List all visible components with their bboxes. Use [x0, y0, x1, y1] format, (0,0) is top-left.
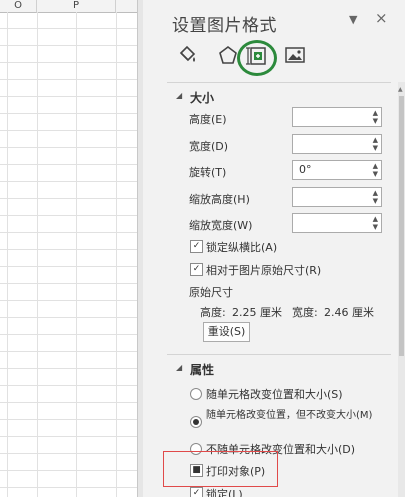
rotation-spinner[interactable]: 0° ▲ ▼ — [292, 160, 382, 180]
size-properties-icon — [246, 47, 266, 65]
grid-line — [0, 181, 137, 182]
radio-move-no-size[interactable] — [190, 416, 202, 428]
grid-line — [0, 96, 137, 97]
spin-up-icon[interactable]: ▲ — [373, 163, 378, 170]
grid-line — [0, 164, 137, 165]
grid-line — [0, 79, 137, 80]
scrollbar-thumb[interactable] — [399, 96, 404, 356]
spin-down-icon[interactable]: ▼ — [373, 118, 378, 125]
print-object-highlight-box — [163, 451, 278, 487]
spin-down-icon[interactable]: ▼ — [373, 171, 378, 178]
relative-original-label[interactable]: 相对于图片原始尺寸(R) — [206, 262, 321, 278]
tab-fill-line[interactable] — [174, 42, 200, 68]
original-size-label: 原始尺寸 — [189, 286, 233, 299]
grid-line — [0, 385, 137, 386]
pane-options-chevron-icon[interactable]: ▼ — [349, 13, 357, 26]
move-and-size-label[interactable]: 随单元格改变位置和大小(S) — [206, 386, 343, 402]
scale-height-label: 缩放高度(H) — [189, 193, 250, 206]
lock-aspect-label[interactable]: 锁定纵横比(A) — [206, 239, 277, 255]
grid-line — [0, 45, 137, 46]
tab-picture[interactable] — [282, 42, 308, 68]
grid-line — [0, 470, 137, 471]
grid-line — [76, 12, 77, 497]
spin-down-icon[interactable]: ▼ — [373, 198, 378, 205]
grid-line — [0, 28, 137, 29]
grid-line — [0, 249, 137, 250]
reset-button[interactable]: 重设(S) — [203, 322, 250, 342]
width-label: 宽度(D) — [189, 140, 229, 153]
grid-line — [0, 130, 137, 131]
picture-icon — [285, 47, 305, 63]
grid-line — [7, 12, 8, 497]
grid-line — [0, 402, 137, 403]
collapse-triangle-icon[interactable]: ◢ — [176, 91, 182, 100]
grid-line — [0, 334, 137, 335]
original-width-value: 2.46 厘米 — [324, 306, 374, 319]
grid-line — [0, 300, 137, 301]
width-spinner[interactable]: ▲ ▼ — [292, 134, 382, 154]
grid-line — [0, 436, 137, 437]
grid-line — [0, 453, 137, 454]
spreadsheet-grid[interactable]: O P — [0, 0, 137, 497]
column-header-o[interactable]: O — [0, 0, 37, 13]
size-section-title[interactable]: 大小 — [190, 89, 214, 106]
grid-line — [0, 62, 137, 63]
height-spinner[interactable]: ▲ ▼ — [292, 107, 382, 127]
spin-down-icon[interactable]: ▼ — [373, 145, 378, 152]
original-width-label: 宽度: — [292, 306, 318, 319]
grid-line — [0, 198, 137, 199]
relative-original-checkbox[interactable]: ✓ — [190, 263, 203, 276]
grid-line — [116, 12, 117, 497]
original-height-label: 高度: — [200, 306, 226, 319]
grid-line — [0, 351, 137, 352]
format-picture-pane: 设置图片格式 ▼ × ◢ 大小 高度(E) ▲ ▼ 宽度(D) ▲ ▼ 旋转(T… — [143, 0, 405, 497]
grid-line — [0, 215, 137, 216]
locked-label[interactable]: 锁定(L) — [206, 486, 243, 497]
divider — [167, 354, 391, 355]
grid-line — [0, 419, 137, 420]
spin-up-icon[interactable]: ▲ — [373, 190, 378, 197]
column-header-next[interactable] — [116, 0, 137, 13]
grid-line — [0, 266, 137, 267]
paint-bucket-icon — [179, 45, 196, 62]
collapse-triangle-icon[interactable]: ◢ — [176, 363, 182, 372]
height-label: 高度(E) — [189, 113, 227, 126]
rotation-label: 旋转(T) — [189, 166, 227, 179]
spin-up-icon[interactable]: ▲ — [373, 216, 378, 223]
scale-width-label: 缩放宽度(W) — [189, 219, 253, 232]
grid-line — [0, 487, 137, 488]
locked-checkbox[interactable]: ✓ — [190, 487, 203, 497]
grid-line — [0, 113, 137, 114]
lock-aspect-checkbox[interactable]: ✓ — [190, 240, 203, 253]
spin-down-icon[interactable]: ▼ — [373, 224, 378, 231]
scroll-up-icon[interactable]: ▲ — [398, 86, 403, 93]
original-height-value: 2.25 厘米 — [232, 306, 282, 319]
pane-title: 设置图片格式 — [172, 16, 277, 36]
tab-size-properties[interactable] — [244, 42, 270, 68]
pentagon-icon — [219, 46, 237, 64]
scale-height-spinner[interactable]: ▲ ▼ — [292, 187, 382, 207]
grid-line — [0, 147, 137, 148]
spin-up-icon[interactable]: ▲ — [373, 110, 378, 117]
grid-line — [0, 368, 137, 369]
close-icon[interactable]: × — [375, 9, 388, 27]
spin-up-icon[interactable]: ▲ — [373, 137, 378, 144]
move-no-size-label[interactable]: 随单元格改变位置，但不改变大小(M) — [206, 410, 381, 422]
divider — [167, 82, 391, 83]
scale-width-spinner[interactable]: ▲ ▼ — [292, 213, 382, 233]
grid-line — [0, 317, 137, 318]
rotation-value: 0° — [299, 163, 312, 176]
grid-line — [0, 232, 137, 233]
grid-line — [37, 12, 38, 497]
properties-section-title[interactable]: 属性 — [190, 361, 214, 378]
radio-move-and-size[interactable] — [190, 388, 202, 400]
grid-line — [0, 283, 137, 284]
